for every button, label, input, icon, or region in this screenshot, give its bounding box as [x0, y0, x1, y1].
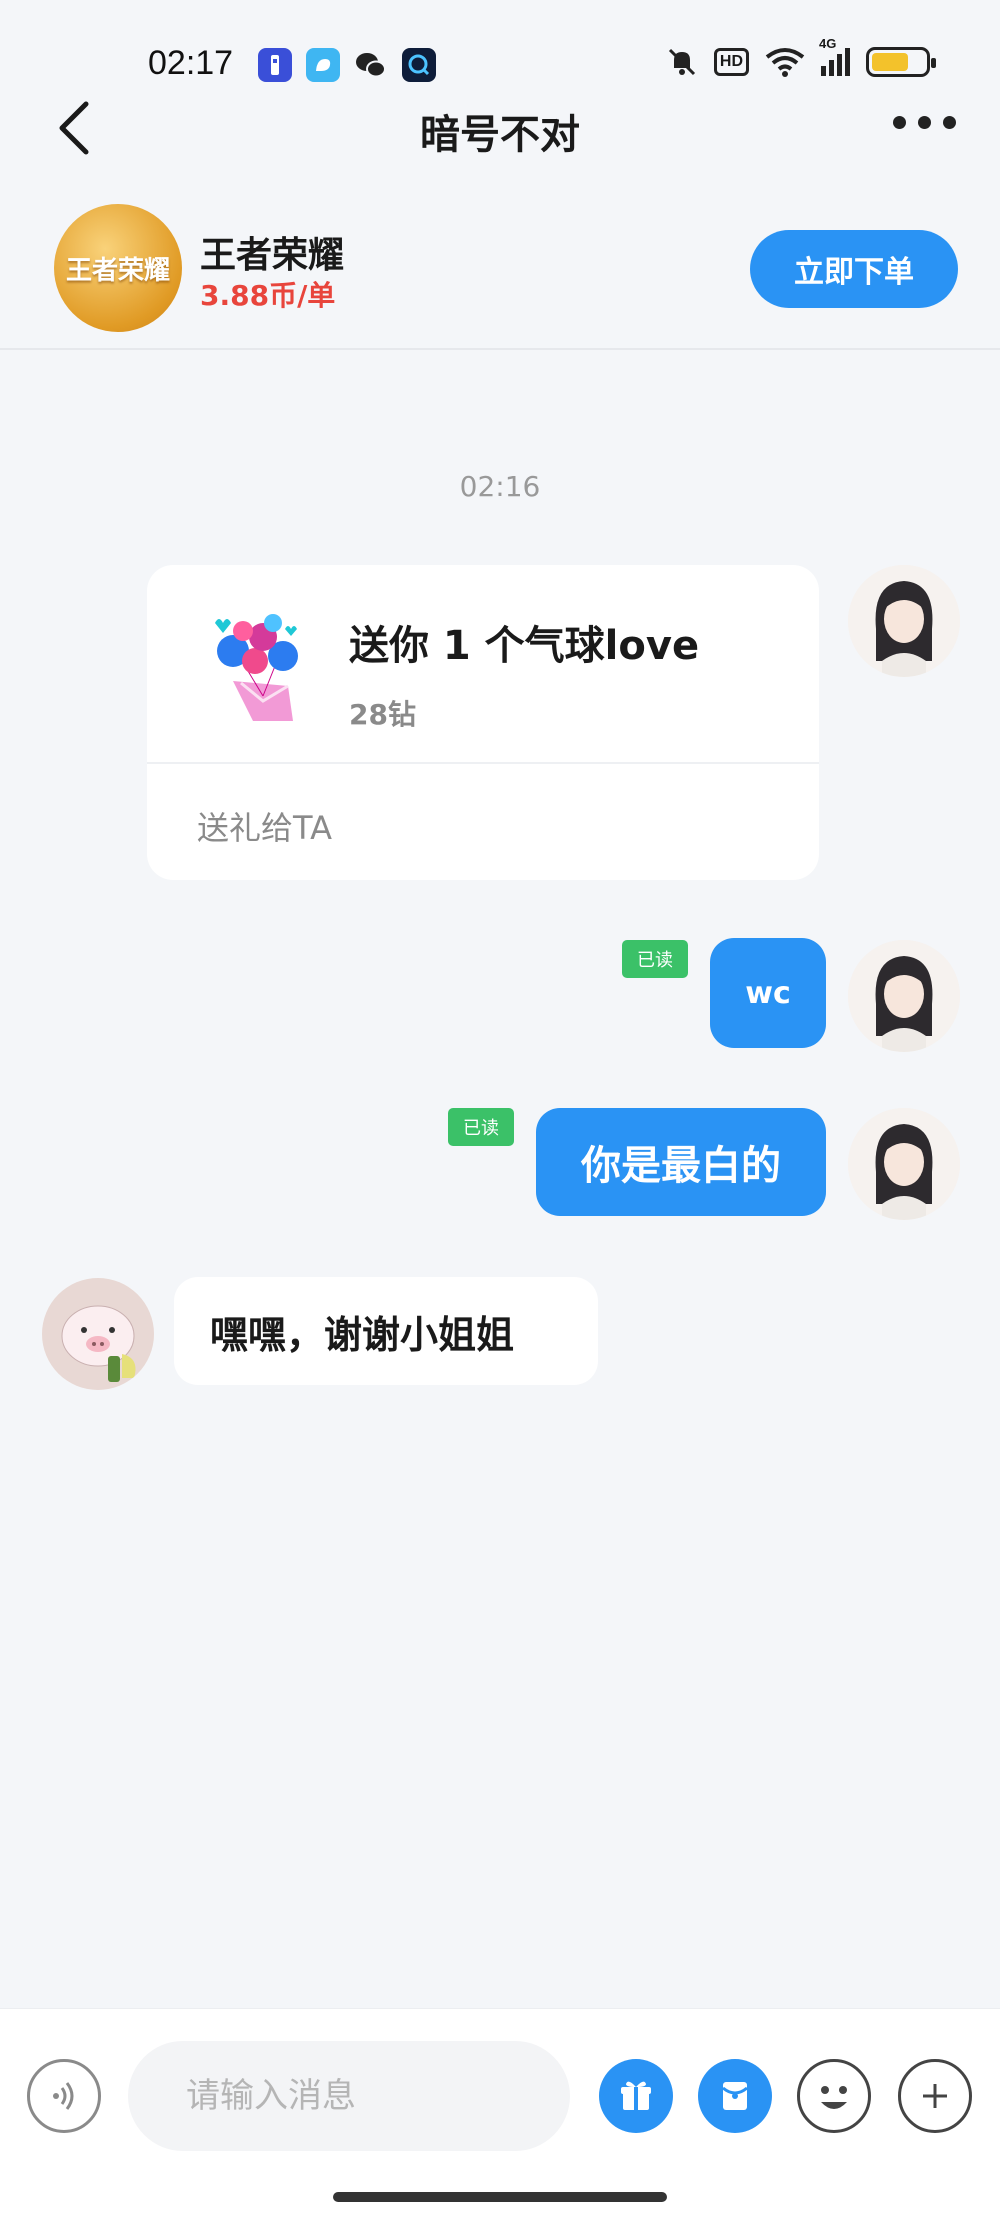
send-gift-link[interactable]: 送礼给TA: [197, 803, 332, 849]
bell-muted-icon: [668, 48, 695, 76]
qq-browser-icon: [402, 48, 436, 82]
message-bubble-sent[interactable]: 你是最白的: [536, 1108, 826, 1216]
emoji-button[interactable]: [797, 2059, 871, 2133]
gift-divider: [147, 762, 819, 764]
balloon-gift-icon: [193, 601, 333, 731]
flashlight-app-icon: [258, 48, 292, 82]
contact-avatar[interactable]: [42, 1278, 154, 1390]
gift-price: 28钻: [349, 698, 416, 731]
more-actions-button[interactable]: [898, 2059, 972, 2133]
home-indicator[interactable]: [333, 2192, 667, 2202]
status-indicators: HD 4G: [666, 36, 936, 78]
red-packet-icon: [722, 2082, 748, 2110]
avatar[interactable]: [848, 565, 960, 677]
voice-input-button[interactable]: [27, 2059, 101, 2133]
wechat-icon: [354, 48, 388, 82]
gift-title: 送你 1 个气球love: [349, 623, 700, 669]
smiley-icon: [821, 2086, 847, 2109]
game-name: 王者荣耀: [200, 235, 345, 276]
message-input-bar: [0, 2008, 1000, 2222]
status-time: 02:17: [148, 44, 234, 82]
more-options-button[interactable]: [893, 116, 956, 129]
voice-icon: [53, 2082, 74, 2110]
red-packet-button[interactable]: [698, 2059, 772, 2133]
game-price: 3.88币/单: [200, 279, 336, 312]
avatar[interactable]: [848, 940, 960, 1052]
nav-bar: 暗号不对: [0, 90, 1000, 170]
status-app-icons: [258, 48, 436, 82]
message-input[interactable]: [128, 2041, 570, 2151]
bird-app-icon: [306, 48, 340, 82]
chat-timestamp: 02:16: [459, 470, 541, 503]
battery-icon: [866, 47, 936, 77]
message-bubble-received[interactable]: 嘿嘿，谢谢小姐姐: [174, 1277, 598, 1385]
wifi-icon: [765, 48, 805, 77]
game-service-card: 王者荣耀 王者荣耀 3.88币/单 立即下单: [0, 188, 1000, 350]
game-logo-text: 王者荣耀: [65, 255, 170, 286]
gift-message-card[interactable]: 送你 1 个气球love 28钻 送礼给TA: [147, 565, 819, 880]
read-status-badge: 已读: [448, 1108, 514, 1146]
game-logo: 王者荣耀: [54, 204, 182, 332]
network-type: 4G: [819, 36, 837, 51]
read-status-badge: 已读: [622, 940, 688, 978]
page-title: 暗号不对: [420, 112, 580, 158]
order-now-button[interactable]: 立即下单: [750, 230, 958, 308]
gift-button[interactable]: [599, 2059, 673, 2133]
plus-icon: [923, 2084, 947, 2108]
hd-badge: HD: [713, 48, 749, 76]
message-bubble-sent[interactable]: wc: [710, 938, 826, 1048]
gift-icon: [621, 2081, 651, 2110]
avatar[interactable]: [848, 1108, 960, 1220]
signal-indicator: 4G: [819, 36, 850, 76]
